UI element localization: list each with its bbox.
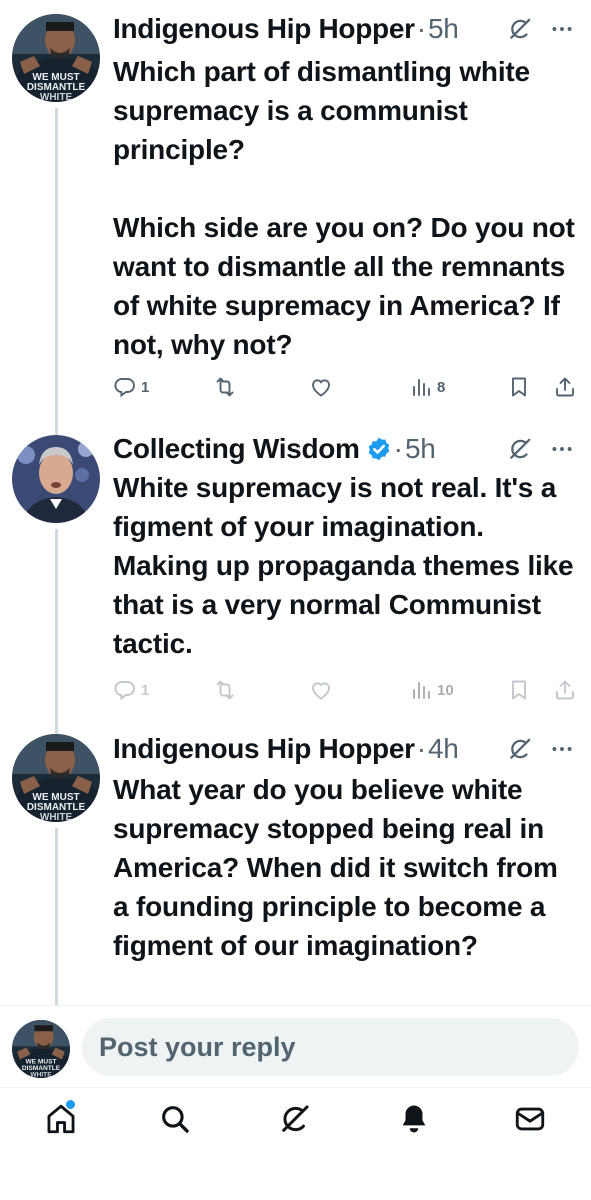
reply-icon — [113, 375, 137, 399]
unread-indicator-dot — [66, 1100, 75, 1109]
avatar[interactable] — [12, 14, 100, 102]
tweet[interactable]: Indigenous Hip Hopper · 4h What year do … — [0, 720, 591, 1005]
author-name[interactable]: Collecting Wisdom — [113, 433, 360, 465]
thread-connector-line — [55, 828, 58, 1005]
timestamp[interactable]: 5h — [428, 13, 459, 45]
share-icon — [553, 375, 577, 399]
bottom-tab-bar — [0, 1087, 591, 1200]
reply-button[interactable]: 1 — [113, 675, 149, 705]
bookmark-icon — [507, 678, 531, 702]
like-button[interactable] — [309, 675, 333, 705]
thread-connector-line — [55, 108, 58, 435]
views-button[interactable]: 10 — [409, 675, 454, 705]
notifications-icon — [402, 1105, 426, 1133]
avatar[interactable] — [12, 734, 100, 822]
tweet-header: Collecting Wisdom · 5h — [113, 432, 575, 466]
avatar[interactable] — [12, 1020, 70, 1078]
reply-icon — [113, 678, 137, 702]
repost-icon — [213, 678, 237, 702]
tweet-actions: 1 8 — [113, 372, 577, 402]
separator-dot: · — [416, 13, 427, 44]
reply-input[interactable]: Post your reply — [82, 1018, 579, 1076]
messages-icon — [515, 1107, 545, 1131]
grok-icon[interactable] — [507, 736, 533, 762]
heart-icon — [309, 678, 333, 702]
separator-dot: · — [416, 733, 427, 764]
avatar-shirt-we-must-dismantle-icon — [12, 734, 100, 822]
thread-connector-line — [55, 529, 58, 735]
reply-count: 1 — [141, 378, 150, 396]
repost-icon — [213, 375, 237, 399]
tweet-text: Which part of dismantling white supremac… — [113, 56, 575, 360]
bookmark-button[interactable] — [507, 675, 531, 705]
like-button[interactable] — [309, 372, 333, 402]
tweet-header: Indigenous Hip Hopper · 5h — [113, 12, 575, 46]
share-button[interactable] — [553, 372, 577, 402]
more-options-icon[interactable] — [549, 16, 575, 42]
bookmark-button[interactable] — [507, 372, 531, 402]
timestamp[interactable]: 5h — [405, 433, 436, 465]
heart-icon — [309, 375, 333, 399]
views-button[interactable]: 8 — [409, 372, 445, 402]
view-count: 10 — [437, 681, 454, 699]
grok-icon[interactable] — [507, 16, 533, 42]
timestamp[interactable]: 4h — [428, 733, 459, 765]
share-button[interactable] — [553, 675, 577, 705]
tweet-text: What year do you believe white supremacy… — [113, 774, 566, 961]
separator-dot: · — [393, 433, 403, 464]
tweet-text: White supremacy is not real. It's a figm… — [113, 472, 581, 659]
views-chart-icon — [409, 375, 433, 399]
author-name[interactable]: Indigenous Hip Hopper — [113, 13, 415, 45]
tweet-actions: 1 10 — [113, 675, 577, 705]
repost-button[interactable] — [213, 372, 237, 402]
reply-count: 1 — [141, 681, 150, 699]
tab-notifications[interactable] — [397, 1102, 431, 1136]
tweet[interactable]: Indigenous Hip Hopper · 5h Which part of… — [0, 0, 591, 435]
grok-icon[interactable] — [507, 436, 533, 462]
grok-icon — [278, 1102, 312, 1136]
share-icon — [553, 678, 577, 702]
avatar-man-in-suit-icon — [12, 435, 100, 523]
avatar[interactable] — [12, 435, 100, 523]
view-count: 8 — [437, 378, 446, 396]
verified-badge-icon[interactable] — [366, 436, 392, 462]
reply-button[interactable]: 1 — [113, 372, 149, 402]
views-chart-icon — [409, 678, 433, 702]
repost-button[interactable] — [213, 675, 237, 705]
avatar-shirt-we-must-dismantle-icon — [12, 1020, 70, 1078]
more-options-icon[interactable] — [549, 436, 575, 462]
tab-messages[interactable] — [513, 1102, 547, 1136]
avatar-shirt-we-must-dismantle-icon — [12, 14, 100, 102]
tab-grok[interactable] — [278, 1102, 312, 1136]
more-options-icon[interactable] — [549, 736, 575, 762]
tab-search[interactable] — [158, 1102, 192, 1136]
bookmark-icon — [507, 375, 531, 399]
author-name[interactable]: Indigenous Hip Hopper — [113, 733, 415, 765]
tweet-header: Indigenous Hip Hopper · 4h — [113, 732, 575, 766]
search-icon — [162, 1106, 189, 1133]
conversation-thread: Indigenous Hip Hopper · 5h Which part of… — [0, 0, 591, 1005]
reply-composer: Post your reply — [0, 1005, 591, 1087]
tweet[interactable]: Collecting Wisdom · 5h White supremacy i… — [0, 420, 591, 735]
